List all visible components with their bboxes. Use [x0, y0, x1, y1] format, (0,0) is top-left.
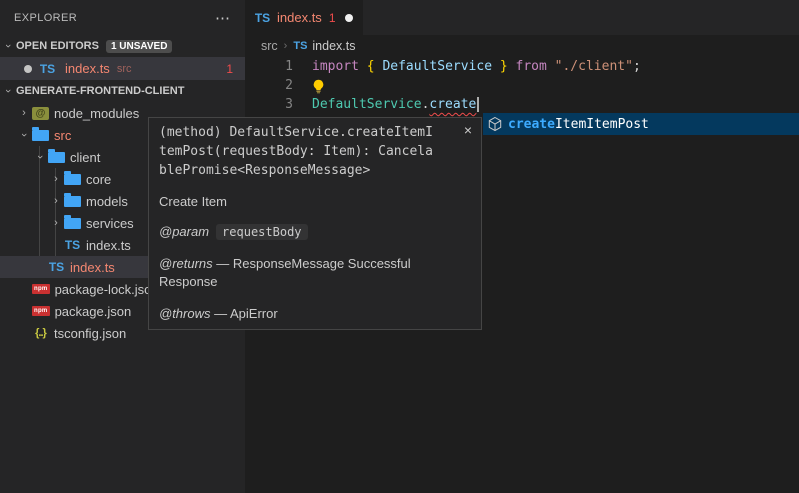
folder-icon [64, 218, 81, 229]
tree-item-label: index.ts [70, 260, 115, 275]
param-name-chip: requestBody [216, 224, 307, 240]
doc-tags: @param requestBody @returns — ResponseMess… [159, 223, 471, 323]
npm-icon: npm [32, 284, 50, 294]
explorer-header: EXPLORER ⋯ [0, 0, 245, 35]
signature-line: blePromise<ResponseMessage> [159, 161, 471, 180]
signature-line: (method) DefaultService.createItemI [159, 123, 471, 142]
modified-dot-icon[interactable] [24, 65, 32, 73]
code-line-text: DefaultService.create [293, 95, 479, 114]
breadcrumb-folder[interactable]: src [261, 39, 278, 53]
doc-tag-text: — ApiError [211, 306, 278, 321]
doc-tag-param: @param requestBody [159, 223, 451, 241]
npm-icon: npm [32, 306, 50, 316]
breadcrumb-separator-icon: › [284, 40, 288, 52]
code-editor[interactable]: 1import { DefaultService } from "./clien… [245, 57, 799, 114]
method-signature: (method) DefaultService.createItemItemPo… [159, 123, 471, 180]
lightbulb-icon[interactable] [311, 79, 326, 94]
typescript-file-icon: TS [39, 62, 56, 76]
typescript-file-icon: TS [254, 11, 271, 25]
close-icon[interactable]: × [464, 123, 472, 137]
ts-icon: TS [64, 238, 81, 252]
tree-item-label: src [54, 128, 71, 143]
open-editor-file-path: src [117, 63, 132, 75]
folder-icon [64, 174, 81, 185]
typescript-file-icon: TS [293, 40, 307, 52]
method-symbol-icon [487, 116, 503, 132]
code-line-3[interactable]: 3DefaultService.create [245, 95, 799, 114]
line-number[interactable]: 3 [245, 95, 293, 114]
jsdoc-tag-label: @throws [159, 306, 211, 321]
chevron-down-icon[interactable]: › [34, 149, 46, 165]
breadcrumb-file-name: index.ts [312, 39, 355, 53]
code-line-text [293, 76, 312, 95]
line-number[interactable]: 2 [245, 76, 293, 95]
breadcrumb-file[interactable]: TS index.ts [293, 39, 355, 53]
code-line-1[interactable]: 1import { DefaultService } from "./clien… [245, 57, 799, 76]
tree-item-label: models [86, 194, 128, 209]
workspace-section-header[interactable]: › GENERATE-FRONTEND-CLIENT [0, 80, 245, 102]
code-line-text: import { DefaultService } from "./client… [293, 57, 641, 76]
open-editors-label: OPEN EDITORS [16, 40, 99, 52]
chevron-down-icon: › [2, 38, 14, 54]
open-editor-item-index-ts[interactable]: TS index.ts src 1 [0, 57, 245, 80]
tree-item-label: index.ts [86, 238, 131, 253]
breadcrumb: src › TS index.ts [245, 35, 799, 57]
jsdoc-tag-label: @param [159, 224, 209, 239]
error-count-badge: 1 [226, 62, 233, 76]
open-editor-file-name: index.ts [65, 61, 110, 76]
vscode-window: EXPLORER ⋯ › OPEN EDITORS 1 UNSAVED TS i… [0, 0, 799, 493]
suggestion-docs-popup: × (method) DefaultService.createItemItem… [148, 117, 482, 330]
chevron-right-icon[interactable]: › [16, 107, 32, 119]
suggestion-item-createitemitempost[interactable]: createItemItemPost [483, 113, 799, 135]
code-line-2[interactable]: 2 [245, 76, 799, 95]
tree-item-label: node_modules [54, 106, 139, 121]
chevron-right-icon[interactable]: › [48, 195, 64, 207]
json-icon: {..} [32, 327, 49, 339]
chevron-down-icon: › [2, 83, 14, 99]
ts-icon: TS [48, 260, 65, 274]
tree-item-label: package.json [55, 304, 132, 319]
doc-summary: Create Item [159, 194, 471, 209]
tab-file-name: index.ts [277, 10, 322, 25]
line-number[interactable]: 1 [245, 57, 293, 76]
doc-tag-throws: @throws — ApiError [159, 305, 451, 323]
workspace-label: GENERATE-FRONTEND-CLIENT [16, 85, 184, 97]
more-actions-icon[interactable]: ⋯ [215, 9, 231, 27]
chevron-right-icon[interactable]: › [48, 217, 64, 229]
editor-tab-bar: TS index.ts 1 [245, 0, 799, 35]
open-editors-section-header[interactable]: › OPEN EDITORS 1 UNSAVED [0, 35, 245, 57]
suggestion-rest-text: ItemItemPost [555, 117, 649, 132]
error-squiggle: create [429, 97, 476, 112]
signature-line: temPost(requestBody: Item): Cancela [159, 142, 471, 161]
explorer-title: EXPLORER [14, 12, 77, 24]
chevron-down-icon[interactable]: › [18, 127, 30, 143]
doc-tag-returns: @returns — ResponseMessage Successful Re… [159, 255, 451, 291]
tab-modified-dot-icon[interactable] [345, 14, 353, 22]
text-cursor [477, 97, 479, 112]
folder-icon [64, 196, 81, 207]
tab-index-ts[interactable]: TS index.ts 1 [245, 0, 363, 35]
tree-item-label: services [86, 216, 134, 231]
folder-icon [48, 152, 65, 163]
tree-item-label: client [70, 150, 100, 165]
suggestion-match-text: create [508, 117, 555, 132]
tree-item-label: package-lock.json [55, 282, 159, 297]
tree-item-label: tsconfig.json [54, 326, 126, 341]
npm-folder-icon: @ [32, 107, 49, 120]
tab-error-count: 1 [329, 11, 336, 25]
chevron-right-icon[interactable]: › [48, 173, 64, 185]
unsaved-badge: 1 UNSAVED [106, 40, 173, 53]
tree-item-label: core [86, 172, 111, 187]
folder-icon [32, 130, 49, 141]
jsdoc-tag-label: @returns [159, 256, 213, 271]
